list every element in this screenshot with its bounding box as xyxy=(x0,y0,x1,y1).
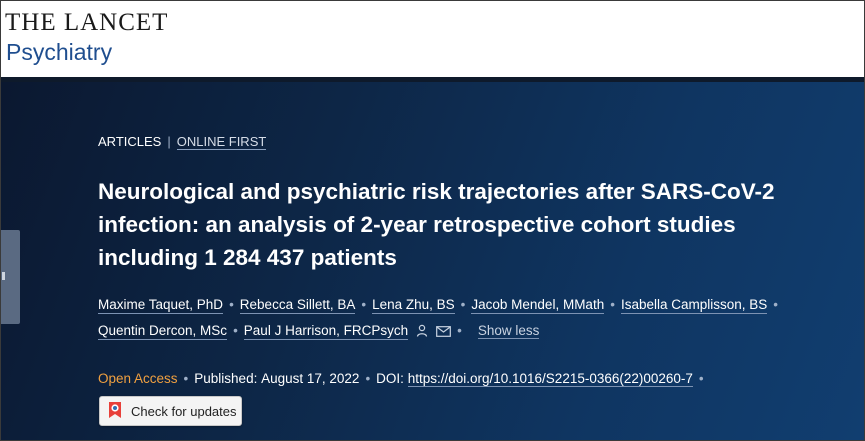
envelope-icon[interactable] xyxy=(436,320,451,346)
article-title: Neurological and psychiatric risk trajec… xyxy=(98,179,775,270)
author-link[interactable]: Rebecca Sillett, BA xyxy=(239,297,356,314)
meta-separator: • xyxy=(183,371,189,386)
meta-separator: • xyxy=(365,371,371,386)
breadcrumb-separator: | xyxy=(167,134,171,149)
meta-separator: • xyxy=(698,371,704,386)
breadcrumb-online-first[interactable]: ONLINE FIRST xyxy=(176,134,267,150)
journal-logo-title[interactable]: THE LANCET xyxy=(5,9,168,37)
journal-logo-subtitle[interactable]: Psychiatry xyxy=(6,38,112,66)
author-separator: • xyxy=(457,323,462,338)
published-date: August 17, 2022 xyxy=(261,371,360,386)
check-for-updates-button[interactable]: Check for updates xyxy=(99,396,242,426)
open-access-badge[interactable]: Open Access xyxy=(98,371,178,386)
author-link[interactable]: Lena Zhu, BS xyxy=(372,297,455,314)
author-separator: • xyxy=(233,323,238,338)
author-list: Maxime Taquet, PhD • Rebecca Sillett, BA • L… xyxy=(98,292,838,346)
breadcrumb-section[interactable]: ARTICLES xyxy=(98,134,161,149)
published-label: Published: xyxy=(194,371,258,386)
author-link[interactable]: Paul J Harrison, FRCPsych xyxy=(243,323,409,340)
side-panel-tab[interactable] xyxy=(1,230,20,324)
author-link[interactable]: Maxime Taquet, PhD xyxy=(98,297,224,314)
author-link[interactable]: Isabella Camplisson, BS xyxy=(620,297,768,314)
check-for-updates-label: Check for updates xyxy=(131,403,237,419)
author-separator: • xyxy=(229,297,234,312)
show-less-link[interactable]: Show less xyxy=(477,323,540,339)
author-separator: • xyxy=(773,297,778,312)
publication-meta: Open Access • Published: August 17, 2022 • D… xyxy=(98,369,858,389)
article-hero: ARTICLES | ONLINE FIRST Neurological and p… xyxy=(1,82,864,440)
journal-header: THE LANCET Psychiatry xyxy=(1,1,864,77)
breadcrumb: ARTICLES | ONLINE FIRST xyxy=(98,133,267,151)
side-tab-handle-icon xyxy=(2,272,5,280)
author-separator: • xyxy=(460,297,466,312)
person-icon[interactable] xyxy=(416,320,428,346)
doi-link[interactable]: https://doi.org/10.1016/S2215-0366(22)00… xyxy=(407,371,693,387)
crossmark-icon xyxy=(108,401,131,422)
author-link[interactable]: Quentin Dercon, MSc xyxy=(98,323,228,340)
author-separator: • xyxy=(610,297,615,312)
author-link[interactable]: Jacob Mendel, MMath xyxy=(471,297,605,314)
author-separator: • xyxy=(361,297,367,312)
doi-label: DOI: xyxy=(376,371,404,386)
